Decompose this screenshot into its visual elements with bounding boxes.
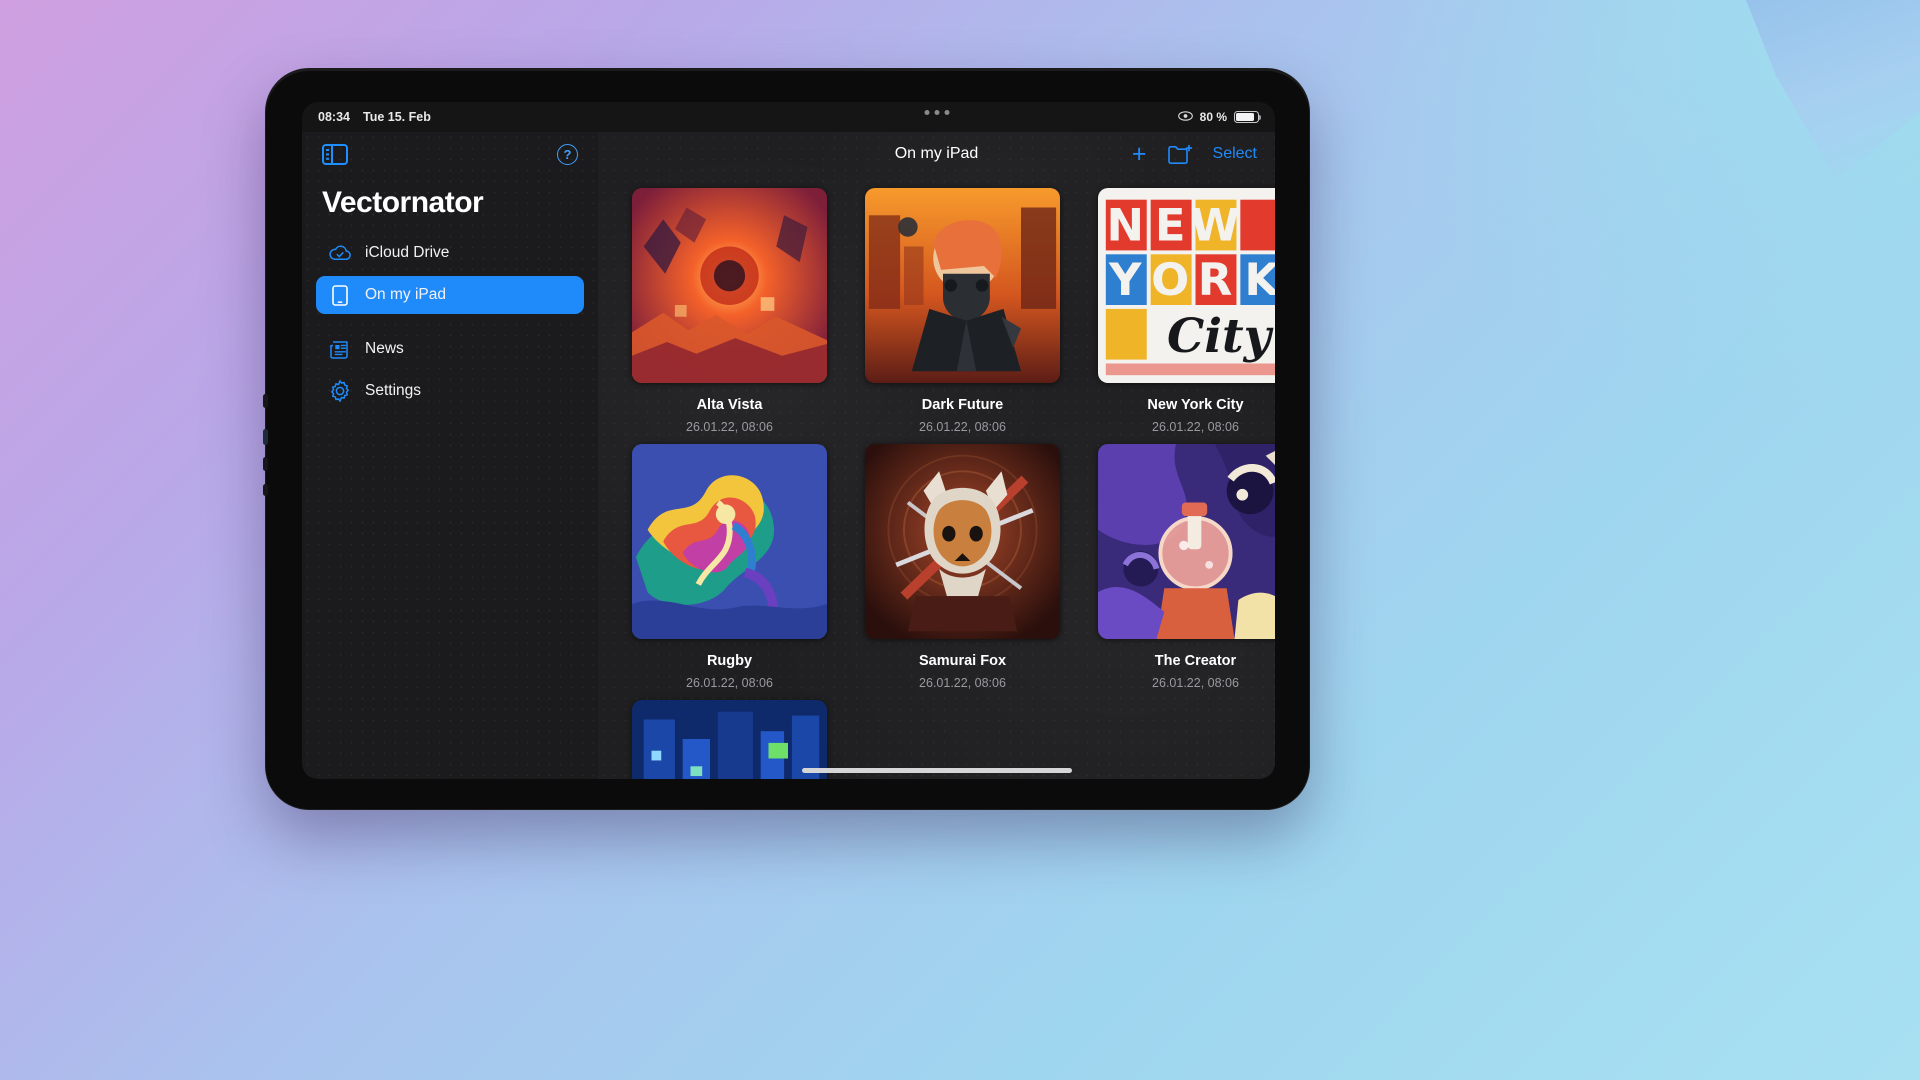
svg-text:City: City xyxy=(1167,309,1274,364)
device-button xyxy=(263,457,268,471)
sidebar-item-label: On my iPad xyxy=(365,286,446,303)
document-card[interactable] xyxy=(632,700,827,779)
document-name: Rugby xyxy=(706,653,753,669)
device-button xyxy=(263,429,268,445)
icloud-drive-icon xyxy=(328,241,352,265)
document-date: 26.01.22, 08:06 xyxy=(686,676,773,690)
document-thumbnail[interactable] xyxy=(1098,444,1275,639)
sidebar-item-news[interactable]: News xyxy=(316,330,584,368)
documents-grid: Alta Vista 26.01.22, 08:06 Dark Future 2… xyxy=(632,188,1275,779)
sidebar-item-settings[interactable]: Settings xyxy=(316,372,584,410)
sidebar-item-label: iCloud Drive xyxy=(365,244,450,261)
news-icon xyxy=(328,337,352,361)
sidebar-item-label: News xyxy=(365,340,404,357)
help-icon[interactable]: ? xyxy=(557,143,578,165)
ipad-screen: 08:34 Tue 15. Feb 80 % ? Vectornator iCl… xyxy=(302,102,1275,779)
eye-icon xyxy=(1177,110,1193,124)
document-name: New York City xyxy=(1147,397,1244,413)
status-date: Tue 15. Feb xyxy=(362,110,431,124)
document-thumbnail[interactable] xyxy=(632,700,827,779)
document-name: Alta Vista xyxy=(696,397,763,413)
document-card[interactable]: Samurai Fox 26.01.22, 08:06 xyxy=(865,444,1060,690)
document-thumbnail[interactable] xyxy=(632,188,827,383)
document-card[interactable]: Alta Vista 26.01.22, 08:06 xyxy=(632,188,827,434)
svg-text:N: N xyxy=(1107,199,1145,252)
ipad-device: 08:34 Tue 15. Feb 80 % ? Vectornator iCl… xyxy=(263,68,1310,810)
document-date: 26.01.22, 08:06 xyxy=(686,420,773,434)
document-card[interactable]: N E W Y O R K xyxy=(1098,188,1275,434)
document-thumbnail[interactable] xyxy=(632,444,827,639)
document-thumbnail[interactable] xyxy=(865,444,1060,639)
sidebar-item-on-my-ipad[interactable]: On my iPad xyxy=(316,276,584,314)
svg-text:W: W xyxy=(1190,199,1239,252)
document-card[interactable]: The Creator 26.01.22, 08:06 xyxy=(1098,444,1275,690)
page-title: Vectornator xyxy=(322,186,484,219)
document-date: 26.01.22, 08:06 xyxy=(919,676,1006,690)
ipad-icon xyxy=(328,283,352,307)
svg-text:E: E xyxy=(1155,199,1186,252)
gear-icon xyxy=(328,379,352,403)
new-folder-icon[interactable] xyxy=(1167,144,1193,165)
svg-text:R: R xyxy=(1198,253,1233,306)
document-date: 26.01.22, 08:06 xyxy=(919,420,1006,434)
svg-text:Y: Y xyxy=(1108,253,1142,306)
document-card[interactable]: Dark Future 26.01.22, 08:06 xyxy=(865,188,1060,434)
document-date: 26.01.22, 08:06 xyxy=(1152,676,1239,690)
document-card[interactable]: Rugby 26.01.22, 08:06 xyxy=(632,444,827,690)
document-name: The Creator xyxy=(1154,653,1237,669)
main-content: On my iPad + Select Alta Vista 26.01.22,… xyxy=(598,110,1275,779)
select-button[interactable]: Select xyxy=(1213,145,1257,163)
documents-grid-container[interactable]: Alta Vista 26.01.22, 08:06 Dark Future 2… xyxy=(598,176,1275,779)
document-thumbnail[interactable] xyxy=(865,188,1060,383)
document-date: 26.01.22, 08:06 xyxy=(1152,420,1239,434)
device-button xyxy=(263,484,268,496)
document-name: Dark Future xyxy=(921,397,1004,413)
status-time: 08:34 xyxy=(318,110,350,124)
svg-text:K: K xyxy=(1244,253,1275,306)
status-bar: 08:34 Tue 15. Feb 80 % xyxy=(302,102,1275,132)
sidebar: ? Vectornator iCloud Drive On my iPad Ne… xyxy=(302,132,598,779)
sidebar-toggle-icon[interactable] xyxy=(322,143,348,165)
horizontal-scrollbar[interactable] xyxy=(801,768,1072,773)
sidebar-item-label: Settings xyxy=(365,382,422,399)
background-accent-shape xyxy=(1746,0,1920,180)
toolbar: On my iPad + Select xyxy=(598,110,1275,176)
plus-icon[interactable]: + xyxy=(1132,141,1147,167)
document-thumbnail[interactable]: N E W Y O R K xyxy=(1098,188,1275,383)
document-name: Samurai Fox xyxy=(918,653,1007,669)
battery-percent-label: 80 % xyxy=(1199,110,1227,124)
svg-text:O: O xyxy=(1151,253,1189,306)
device-button xyxy=(263,394,268,408)
battery-icon xyxy=(1234,111,1262,123)
sidebar-item-icloud-drive[interactable]: iCloud Drive xyxy=(316,234,584,272)
